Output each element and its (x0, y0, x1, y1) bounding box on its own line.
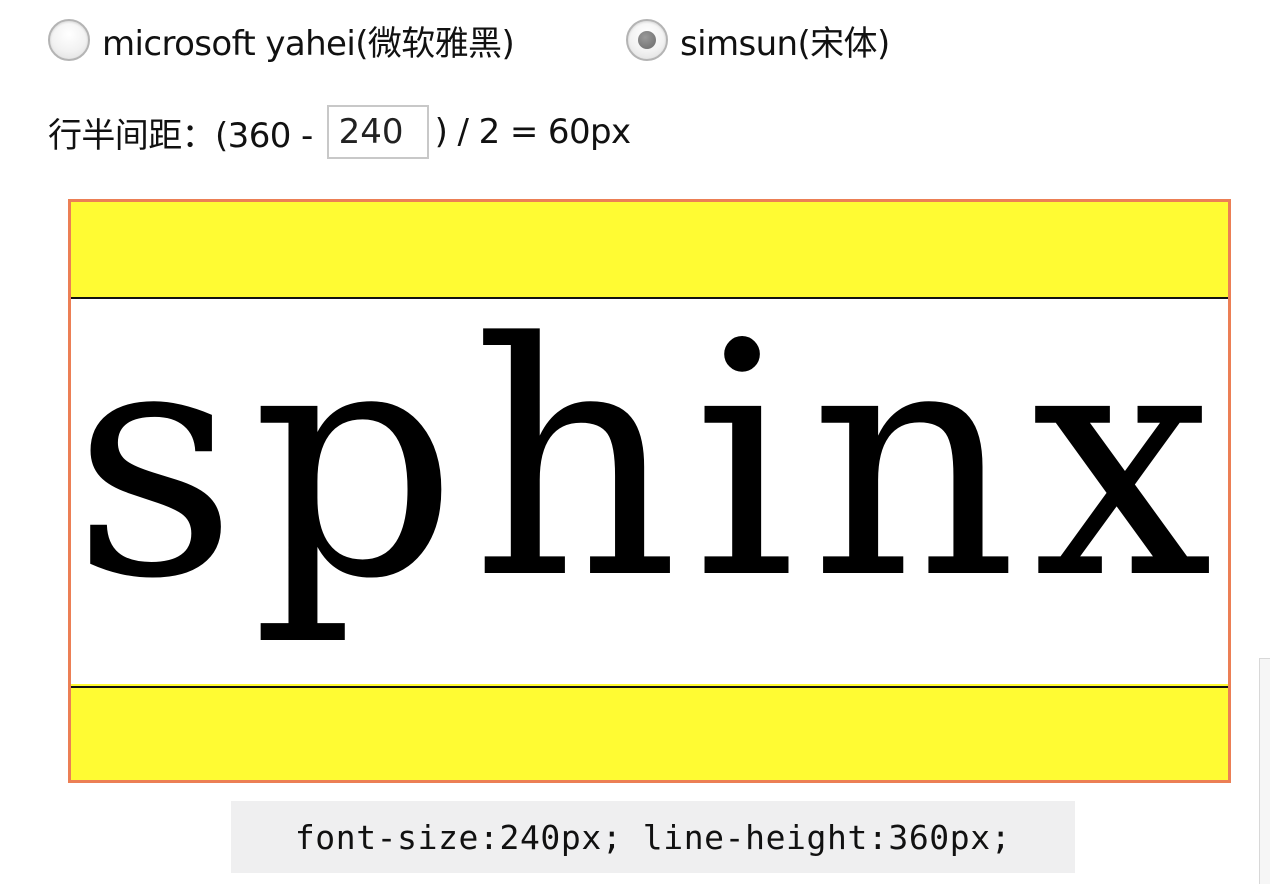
css-code-caption: font-size:240px; line-height:360px; (231, 801, 1075, 873)
font-size-input[interactable] (326, 105, 429, 159)
radio-microsoft-yahei[interactable] (48, 19, 90, 61)
font-option-label: microsoft yahei(微软雅黑) (102, 23, 515, 64)
radio-simsun[interactable] (626, 19, 668, 61)
font-option-simsun[interactable]: simsun(宋体) (626, 18, 890, 64)
formula-result: ) / 2 = 60px (434, 112, 631, 152)
scrollbar[interactable] (1259, 658, 1270, 884)
formula-label: 行半间距：(360 - (48, 115, 313, 156)
font-option-microsoft-yahei[interactable]: microsoft yahei(微软雅黑) (48, 18, 515, 64)
font-option-label: simsun(宋体) (680, 23, 890, 64)
sample-text: sphinx (72, 274, 1227, 649)
line-height-demo-box: sphinx (68, 199, 1231, 783)
radio-selected-dot (638, 31, 656, 49)
half-leading-formula: 行半间距：(360 - ) / 2 = 60px (48, 104, 631, 160)
